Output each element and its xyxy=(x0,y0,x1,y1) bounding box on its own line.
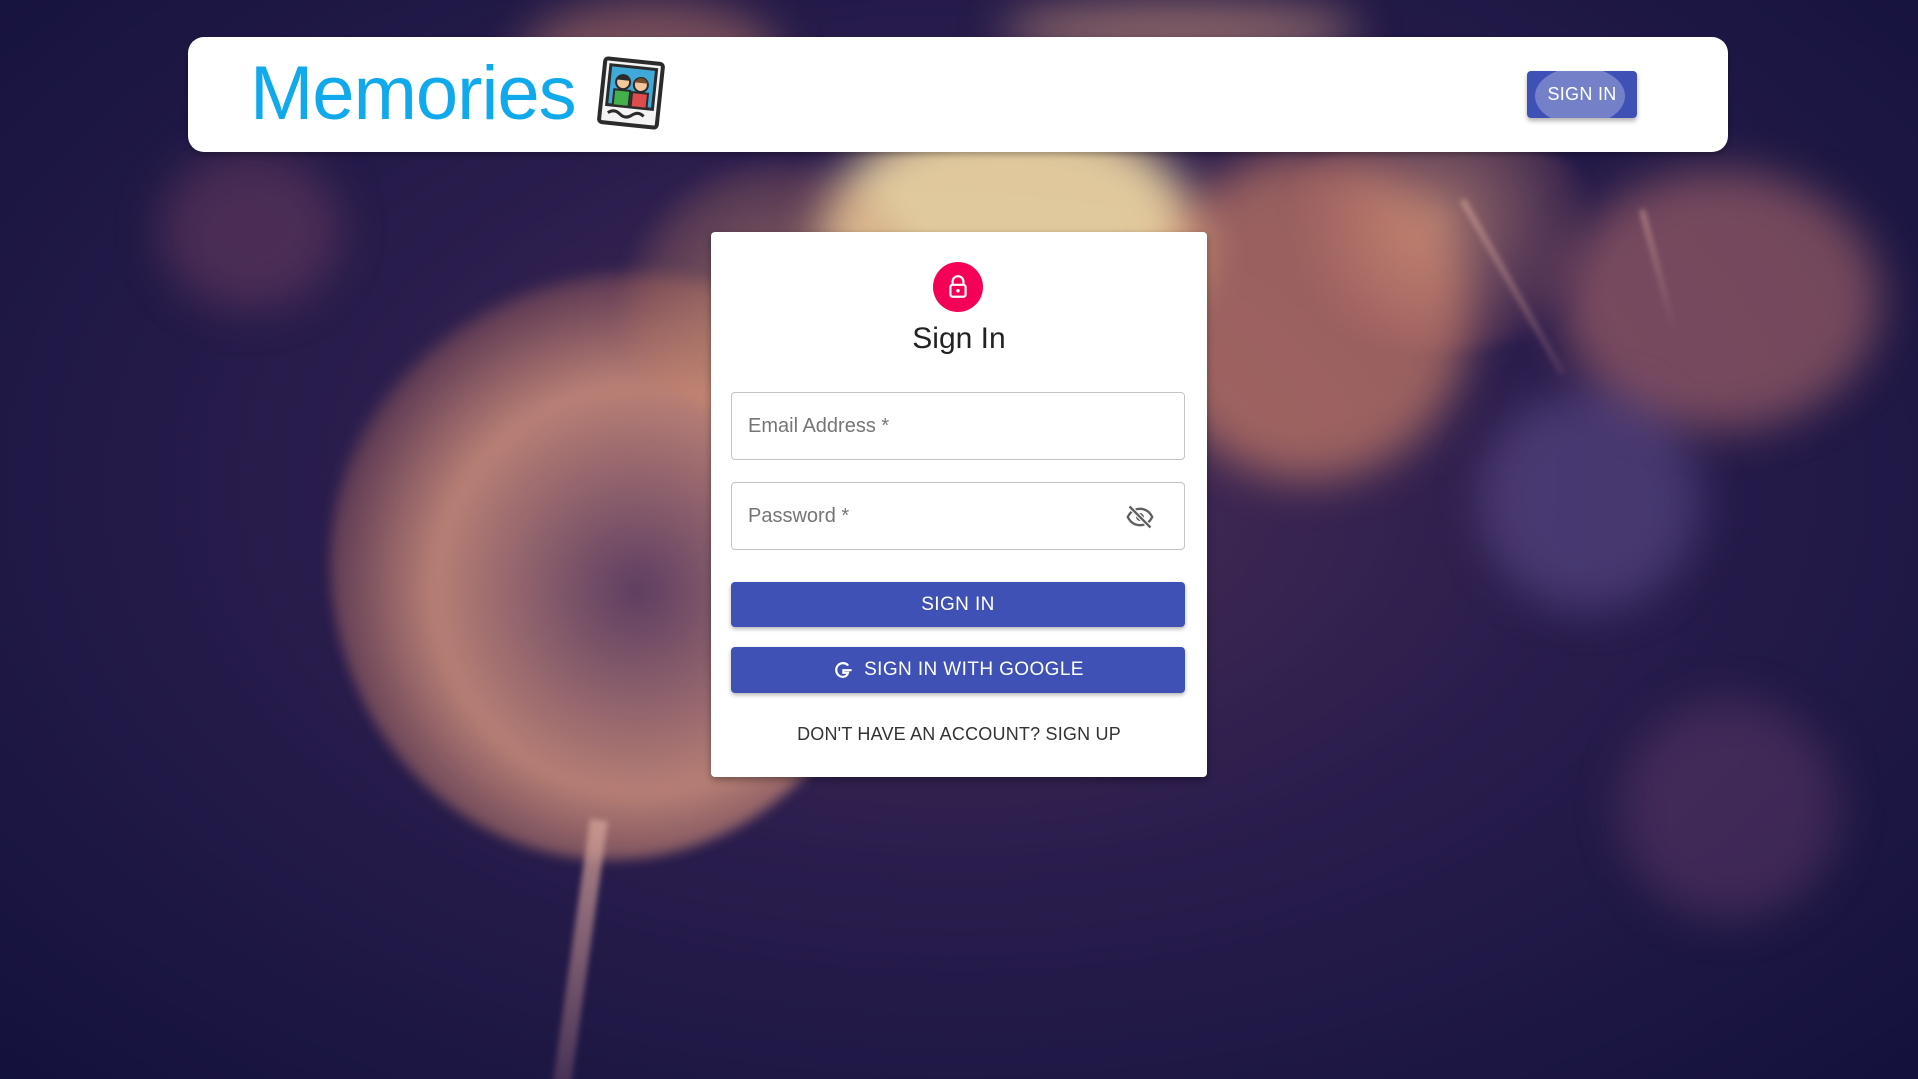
email-field[interactable] xyxy=(731,392,1185,460)
brand-title[interactable]: Memories xyxy=(250,49,577,139)
lock-outline-icon xyxy=(933,262,983,312)
email-input[interactable] xyxy=(748,393,1128,459)
password-input[interactable] xyxy=(748,483,1128,549)
signin-submit-label: SIGN IN xyxy=(921,593,995,615)
google-g-icon xyxy=(832,659,854,681)
signin-title: Sign In xyxy=(912,322,1006,355)
google-signin-label: SIGN IN WITH GOOGLE xyxy=(864,659,1084,680)
photo-memories-icon xyxy=(596,55,666,131)
header-signin-label: SIGN IN xyxy=(1547,84,1617,104)
header-signin-button[interactable]: SIGN IN xyxy=(1527,71,1637,118)
signin-submit-button[interactable]: SIGN IN xyxy=(731,582,1185,627)
signup-link[interactable]: DON'T HAVE AN ACCOUNT? SIGN UP xyxy=(711,724,1207,745)
password-field[interactable] xyxy=(731,482,1185,550)
app-bar: Memories SIGN IN xyxy=(188,37,1728,152)
eye-off-icon[interactable] xyxy=(1126,503,1154,531)
google-signin-button[interactable]: SIGN IN WITH GOOGLE xyxy=(731,647,1185,693)
signin-card: Sign In SIGN IN SIGN IN WITH GOOGLE DON'… xyxy=(711,232,1207,777)
